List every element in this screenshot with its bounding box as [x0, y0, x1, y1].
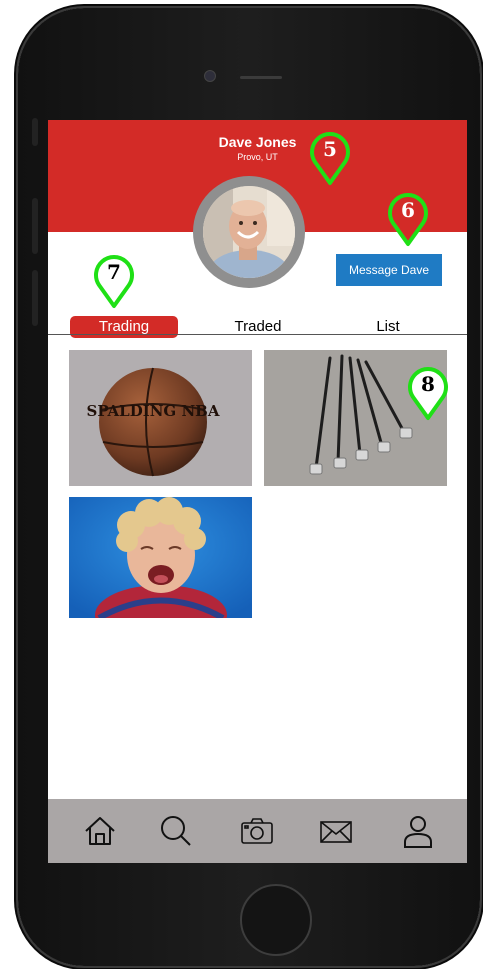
avatar[interactable] — [193, 176, 305, 288]
annotation-number: 5 — [323, 137, 337, 161]
message-user-button[interactable]: Message Dave — [336, 254, 442, 286]
earpiece-speaker — [240, 76, 282, 79]
front-camera — [204, 70, 216, 82]
item-basketball[interactable]: SPALDING NBA — [69, 350, 252, 486]
home-button[interactable] — [240, 884, 312, 956]
annotation-marker-7: 7 — [91, 252, 137, 310]
basketball-photo: SPALDING NBA — [69, 350, 252, 486]
annotation-marker-6: 6 — [385, 190, 431, 248]
home-icon[interactable] — [80, 811, 120, 851]
crying-child-photo — [69, 497, 252, 618]
search-icon[interactable] — [156, 811, 196, 851]
mail-icon[interactable] — [316, 811, 356, 851]
volume-up-button — [32, 198, 38, 254]
annotation-marker-5: 5 — [307, 129, 353, 187]
annotation-number: 6 — [401, 198, 415, 222]
avatar-photo — [203, 186, 295, 278]
annotation-number: 8 — [421, 372, 435, 396]
basketball-brand-text: SPALDING NBA — [86, 402, 219, 420]
tab-divider — [48, 334, 467, 335]
item-child[interactable] — [69, 497, 252, 618]
profile-name: Dave Jones — [218, 134, 297, 150]
annotation-marker-8: 8 — [405, 364, 451, 422]
bottom-nav-bar — [48, 799, 467, 863]
mute-switch — [32, 118, 38, 146]
annotation-number: 7 — [107, 260, 121, 284]
user-icon[interactable] — [398, 811, 438, 851]
profile-location: Provo, UT — [237, 152, 278, 162]
volume-down-button — [32, 270, 38, 326]
camera-icon[interactable] — [237, 811, 277, 851]
